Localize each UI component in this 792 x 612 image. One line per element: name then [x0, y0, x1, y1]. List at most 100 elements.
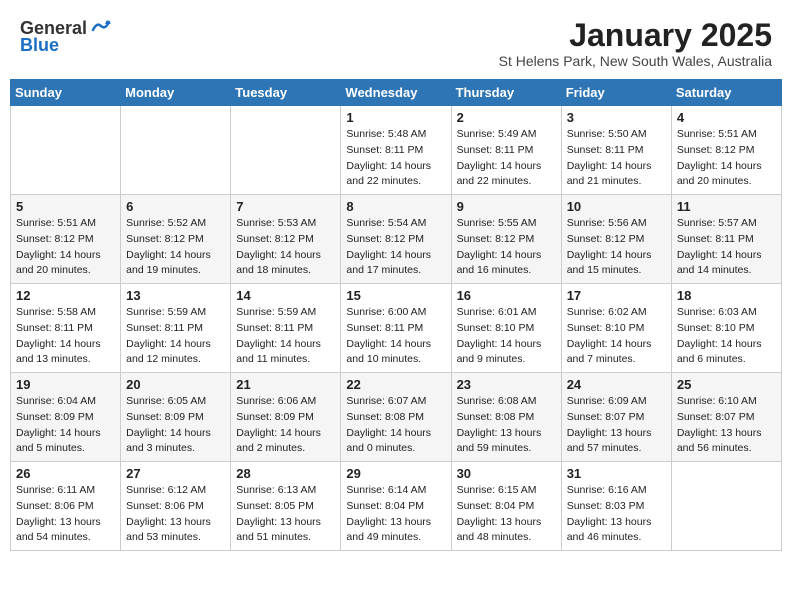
- day-number: 25: [677, 377, 776, 392]
- col-header-wednesday: Wednesday: [341, 80, 451, 106]
- day-number: 30: [457, 466, 556, 481]
- day-number: 3: [567, 110, 666, 125]
- title-block: January 2025 St Helens Park, New South W…: [499, 18, 772, 69]
- calendar-cell: 18 Sunrise: 6:03 AM Sunset: 8:10 PM Dayli…: [671, 284, 781, 373]
- day-info: Sunrise: 6:08 AM Sunset: 8:08 PM Dayligh…: [457, 394, 556, 457]
- day-info: Sunrise: 6:04 AM Sunset: 8:09 PM Dayligh…: [16, 394, 115, 457]
- calendar-cell: 17Sunrise: 6:02 AM Sunset: 8:10 PM Dayli…: [561, 284, 671, 373]
- day-info: Sunrise: 5:57 AM Sunset: 8:11 PM Dayligh…: [677, 216, 776, 279]
- day-info: Sunrise: 5:56 AM Sunset: 8:12 PM Dayligh…: [567, 216, 666, 279]
- day-info: Sunrise: 6:03 AM Sunset: 8:10 PM Dayligh…: [677, 305, 776, 368]
- day-info: Sunrise: 6:14 AM Sunset: 8:04 PM Dayligh…: [346, 483, 445, 546]
- day-number: 13: [126, 288, 225, 303]
- calendar-table: SundayMondayTuesdayWednesdayThursdayFrid…: [10, 79, 782, 551]
- location-subtitle: St Helens Park, New South Wales, Austral…: [499, 53, 772, 69]
- day-info: Sunrise: 5:49 AM Sunset: 8:11 PM Dayligh…: [457, 127, 556, 190]
- calendar-cell: 8 Sunrise: 5:54 AM Sunset: 8:12 PM Daylig…: [341, 195, 451, 284]
- day-number: 24: [567, 377, 666, 392]
- logo-blue: Blue: [20, 36, 59, 54]
- day-number: 31: [567, 466, 666, 481]
- calendar-cell: 19 Sunrise: 6:04 AM Sunset: 8:09 PM Dayli…: [11, 373, 121, 462]
- page-header: General Blue January 2025 St Helens Park…: [10, 10, 782, 73]
- day-number: 9: [457, 199, 556, 214]
- calendar-cell: 16 Sunrise: 6:01 AM Sunset: 8:10 PM Dayli…: [451, 284, 561, 373]
- week-row-1: 1 Sunrise: 5:48 AM Sunset: 8:11 PM Daylig…: [11, 106, 782, 195]
- day-number: 5: [16, 199, 115, 214]
- logo-wave-icon: [89, 16, 111, 38]
- calendar-cell: 14Sunrise: 5:59 AM Sunset: 8:11 PM Dayli…: [231, 284, 341, 373]
- day-number: 21: [236, 377, 335, 392]
- col-header-friday: Friday: [561, 80, 671, 106]
- day-info: Sunrise: 5:58 AM Sunset: 8:11 PM Dayligh…: [16, 305, 115, 368]
- week-row-4: 19 Sunrise: 6:04 AM Sunset: 8:09 PM Dayli…: [11, 373, 782, 462]
- calendar-cell: 23Sunrise: 6:08 AM Sunset: 8:08 PM Dayli…: [451, 373, 561, 462]
- calendar-cell: 11 Sunrise: 5:57 AM Sunset: 8:11 PM Dayli…: [671, 195, 781, 284]
- calendar-cell: [121, 106, 231, 195]
- calendar-cell: 13 Sunrise: 5:59 AM Sunset: 8:11 PM Dayli…: [121, 284, 231, 373]
- day-info: Sunrise: 6:05 AM Sunset: 8:09 PM Dayligh…: [126, 394, 225, 457]
- day-number: 12: [16, 288, 115, 303]
- day-number: 8: [346, 199, 445, 214]
- day-info: Sunrise: 6:01 AM Sunset: 8:10 PM Dayligh…: [457, 305, 556, 368]
- day-number: 29: [346, 466, 445, 481]
- day-info: Sunrise: 5:51 AM Sunset: 8:12 PM Dayligh…: [16, 216, 115, 279]
- day-number: 18: [677, 288, 776, 303]
- calendar-cell: 4Sunrise: 5:51 AM Sunset: 8:12 PM Daylig…: [671, 106, 781, 195]
- day-number: 1: [346, 110, 445, 125]
- calendar-cell: 7Sunrise: 5:53 AM Sunset: 8:12 PM Daylig…: [231, 195, 341, 284]
- calendar-cell: 3 Sunrise: 5:50 AM Sunset: 8:11 PM Daylig…: [561, 106, 671, 195]
- calendar-cell: [671, 462, 781, 551]
- day-number: 19: [16, 377, 115, 392]
- calendar-cell: [11, 106, 121, 195]
- day-info: Sunrise: 5:59 AM Sunset: 8:11 PM Dayligh…: [126, 305, 225, 368]
- day-info: Sunrise: 6:12 AM Sunset: 8:06 PM Dayligh…: [126, 483, 225, 546]
- day-number: 6: [126, 199, 225, 214]
- calendar-cell: 31 Sunrise: 6:16 AM Sunset: 8:03 PM Dayli…: [561, 462, 671, 551]
- day-info: Sunrise: 5:48 AM Sunset: 8:11 PM Dayligh…: [346, 127, 445, 190]
- col-header-saturday: Saturday: [671, 80, 781, 106]
- day-number: 2: [457, 110, 556, 125]
- day-number: 22: [346, 377, 445, 392]
- calendar-cell: 20Sunrise: 6:05 AM Sunset: 8:09 PM Dayli…: [121, 373, 231, 462]
- day-info: Sunrise: 6:13 AM Sunset: 8:05 PM Dayligh…: [236, 483, 335, 546]
- day-info: Sunrise: 6:15 AM Sunset: 8:04 PM Dayligh…: [457, 483, 556, 546]
- day-info: Sunrise: 5:50 AM Sunset: 8:11 PM Dayligh…: [567, 127, 666, 190]
- col-header-tuesday: Tuesday: [231, 80, 341, 106]
- calendar-cell: 29 Sunrise: 6:14 AM Sunset: 8:04 PM Dayli…: [341, 462, 451, 551]
- calendar-cell: 10 Sunrise: 5:56 AM Sunset: 8:12 PM Dayli…: [561, 195, 671, 284]
- week-row-5: 26Sunrise: 6:11 AM Sunset: 8:06 PM Dayli…: [11, 462, 782, 551]
- day-number: 10: [567, 199, 666, 214]
- calendar-cell: 26Sunrise: 6:11 AM Sunset: 8:06 PM Dayli…: [11, 462, 121, 551]
- calendar-cell: [231, 106, 341, 195]
- day-info: Sunrise: 6:09 AM Sunset: 8:07 PM Dayligh…: [567, 394, 666, 457]
- day-info: Sunrise: 5:54 AM Sunset: 8:12 PM Dayligh…: [346, 216, 445, 279]
- day-info: Sunrise: 6:16 AM Sunset: 8:03 PM Dayligh…: [567, 483, 666, 546]
- calendar-cell: 15Sunrise: 6:00 AM Sunset: 8:11 PM Dayli…: [341, 284, 451, 373]
- calendar-cell: 21 Sunrise: 6:06 AM Sunset: 8:09 PM Dayli…: [231, 373, 341, 462]
- calendar-cell: 6 Sunrise: 5:52 AM Sunset: 8:12 PM Daylig…: [121, 195, 231, 284]
- day-info: Sunrise: 6:11 AM Sunset: 8:06 PM Dayligh…: [16, 483, 115, 546]
- day-number: 11: [677, 199, 776, 214]
- day-info: Sunrise: 5:59 AM Sunset: 8:11 PM Dayligh…: [236, 305, 335, 368]
- week-row-3: 12 Sunrise: 5:58 AM Sunset: 8:11 PM Dayli…: [11, 284, 782, 373]
- calendar-cell: 9 Sunrise: 5:55 AM Sunset: 8:12 PM Daylig…: [451, 195, 561, 284]
- week-row-2: 5 Sunrise: 5:51 AM Sunset: 8:12 PM Daylig…: [11, 195, 782, 284]
- day-info: Sunrise: 5:55 AM Sunset: 8:12 PM Dayligh…: [457, 216, 556, 279]
- day-info: Sunrise: 5:53 AM Sunset: 8:12 PM Dayligh…: [236, 216, 335, 279]
- calendar-cell: 12 Sunrise: 5:58 AM Sunset: 8:11 PM Dayli…: [11, 284, 121, 373]
- day-number: 27: [126, 466, 225, 481]
- calendar-cell: 28 Sunrise: 6:13 AM Sunset: 8:05 PM Dayli…: [231, 462, 341, 551]
- col-header-sunday: Sunday: [11, 80, 121, 106]
- day-number: 16: [457, 288, 556, 303]
- day-info: Sunrise: 6:06 AM Sunset: 8:09 PM Dayligh…: [236, 394, 335, 457]
- calendar-cell: 5 Sunrise: 5:51 AM Sunset: 8:12 PM Daylig…: [11, 195, 121, 284]
- logo: General Blue: [20, 18, 111, 54]
- day-info: Sunrise: 6:10 AM Sunset: 8:07 PM Dayligh…: [677, 394, 776, 457]
- day-number: 17: [567, 288, 666, 303]
- day-number: 28: [236, 466, 335, 481]
- day-info: Sunrise: 5:52 AM Sunset: 8:12 PM Dayligh…: [126, 216, 225, 279]
- day-info: Sunrise: 5:51 AM Sunset: 8:12 PM Dayligh…: [677, 127, 776, 190]
- calendar-cell: 30 Sunrise: 6:15 AM Sunset: 8:04 PM Dayli…: [451, 462, 561, 551]
- day-number: 15: [346, 288, 445, 303]
- calendar-cell: 25 Sunrise: 6:10 AM Sunset: 8:07 PM Dayli…: [671, 373, 781, 462]
